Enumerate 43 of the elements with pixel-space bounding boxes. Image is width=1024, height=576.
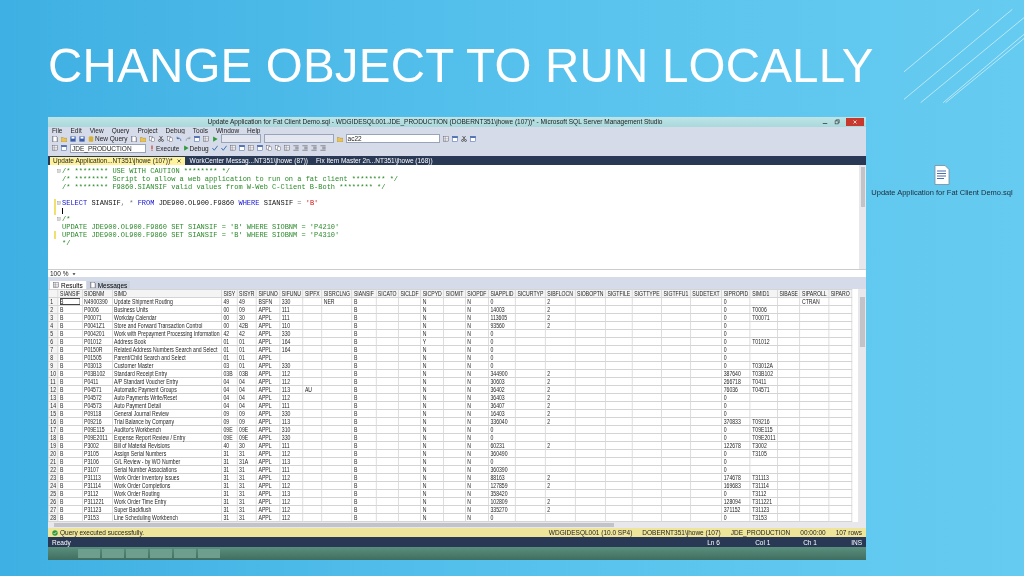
indent-icon[interactable] [292, 145, 299, 152]
close-icon[interactable] [175, 157, 182, 164]
scissors-icon[interactable] [460, 135, 467, 142]
copy-icon[interactable] [166, 135, 173, 142]
scrollbar[interactable] [859, 164, 866, 270]
scrollbar[interactable] [48, 522, 858, 529]
window-icon[interactable] [469, 135, 476, 142]
indent-icon[interactable] [319, 145, 326, 152]
scrollbar[interactable] [858, 289, 866, 529]
indent-icon[interactable] [310, 145, 317, 152]
document-icon[interactable] [934, 165, 950, 185]
window-icon[interactable] [451, 135, 458, 142]
window-icon[interactable] [256, 145, 263, 152]
grid-icon[interactable] [202, 135, 209, 142]
indent-icon[interactable] [301, 145, 308, 152]
save-icon[interactable] [79, 135, 85, 142]
scissors-icon[interactable] [157, 135, 164, 142]
success-icon [52, 529, 58, 536]
slide-title: CHANGE OBJECT TO RUN LOCALLY [48, 38, 874, 94]
window-icon[interactable] [238, 145, 245, 152]
collapse-icon[interactable] [57, 216, 61, 221]
grid-icon[interactable] [247, 145, 254, 152]
grid-icon[interactable] [52, 145, 58, 152]
window-icon[interactable] [61, 145, 67, 152]
grid-icon[interactable] [283, 145, 290, 152]
close-icon[interactable] [852, 118, 858, 125]
dropdown[interactable] [220, 134, 261, 144]
grid-icon[interactable] [229, 145, 236, 152]
grid-icon[interactable] [442, 135, 449, 142]
text-cursor [62, 207, 63, 214]
collapse-icon[interactable] [57, 168, 61, 173]
undo-icon[interactable] [175, 135, 182, 142]
new-file-icon[interactable] [52, 135, 58, 142]
collapse-icon[interactable] [57, 200, 61, 205]
window-icon[interactable] [193, 135, 200, 142]
copy-icon[interactable] [274, 145, 281, 152]
close-button[interactable] [846, 117, 864, 126]
copy-icon[interactable] [265, 145, 272, 152]
save-icon[interactable] [70, 135, 76, 142]
exclamation-icon [149, 145, 155, 152]
dropdown[interactable] [263, 134, 334, 144]
copy-icon[interactable] [148, 135, 155, 142]
restore-icon[interactable] [834, 118, 840, 125]
